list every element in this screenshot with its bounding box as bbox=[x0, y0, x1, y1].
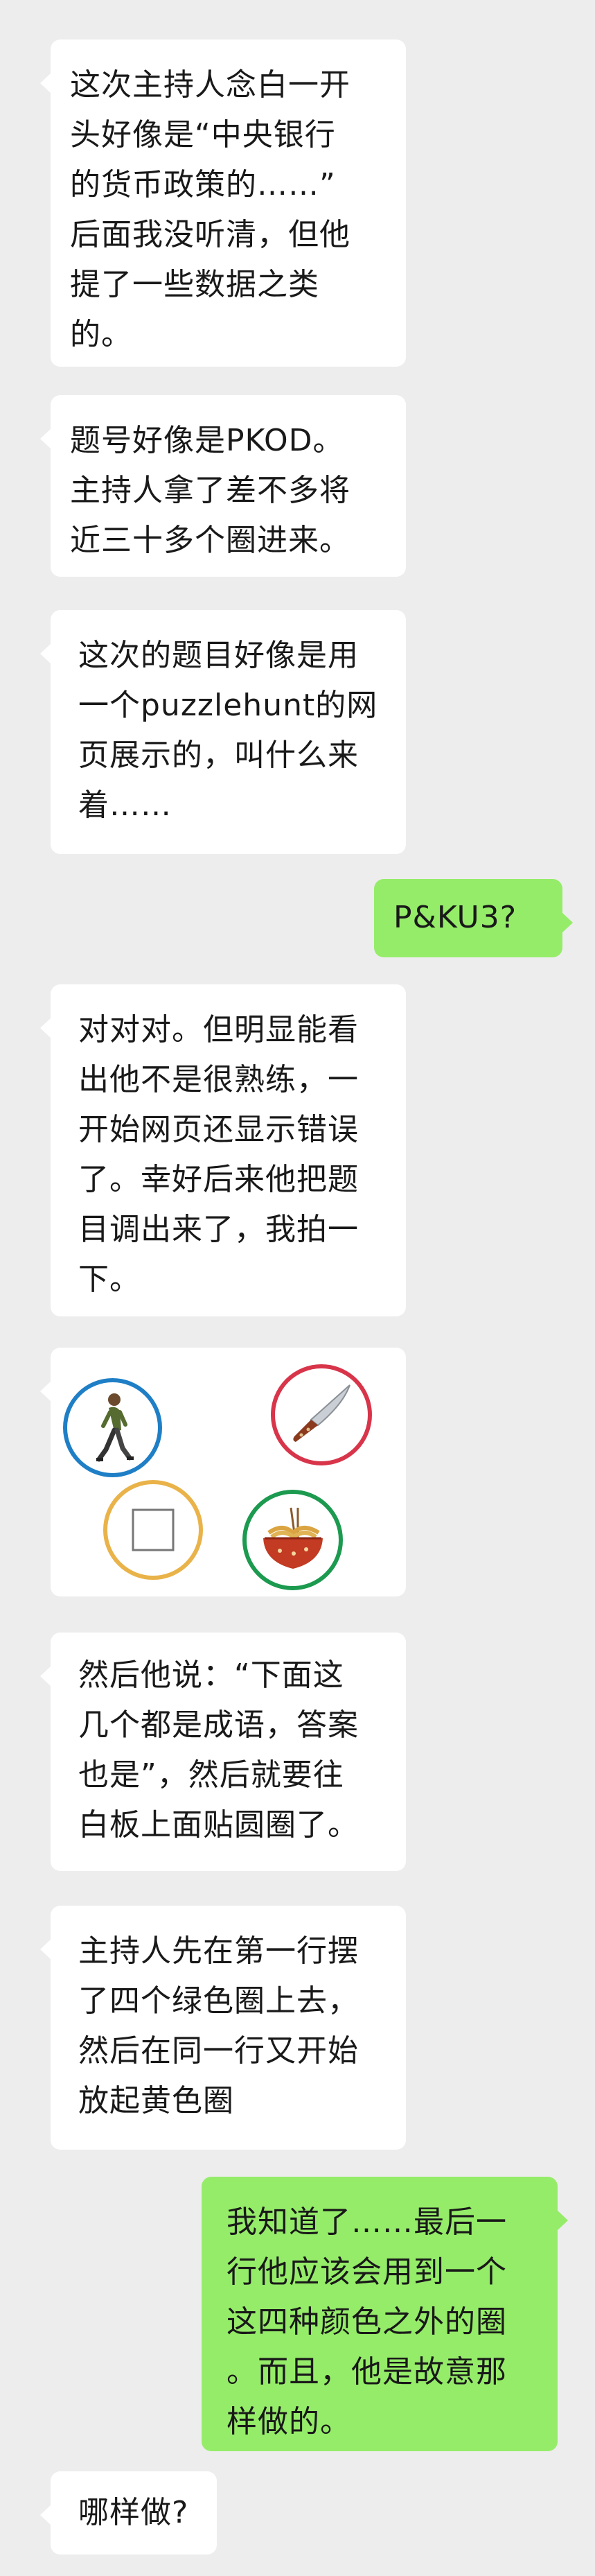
message-bubble: 然后他说：“下面这 几个都是成语，答案 也是”，然后就要往 白板上面贴圆圈了。 bbox=[40, 1633, 406, 1871]
message-text: 题号好像是PKOD。 主持人拿了差不多将 近三十多个圈进来。 bbox=[70, 423, 350, 558]
message-bubble-outgoing: P&KU3? bbox=[374, 879, 573, 957]
message-bubble: 这次主持人念白一开 头好像是“中央银行 的货币政策的……” 后面我没听清，但他 … bbox=[40, 40, 406, 367]
message-bubble-outgoing: 我知道了……最后一 行他应该会用到一个 这四种颜色之外的圈 。而且，他是故意那 … bbox=[202, 2177, 568, 2451]
message-text: 哪样做? bbox=[78, 2495, 189, 2530]
red-circle bbox=[271, 1364, 372, 1465]
yellow-circle bbox=[103, 1480, 203, 1580]
message-text: 这次主持人念白一开 头好像是“中央银行 的货币政策的……” 后面我没听清，但他 … bbox=[70, 67, 350, 352]
message-text: 这次的题目好像是用 一个puzzlehunt的网 页展示的，叫什么来 着…… bbox=[78, 638, 378, 823]
walking-person-icon bbox=[96, 1393, 134, 1461]
photo-message[interactable] bbox=[40, 1348, 406, 1596]
empty-square-icon bbox=[132, 1508, 175, 1551]
message-text: 然后他说：“下面这 几个都是成语，答案 也是”，然后就要往 白板上面贴圆圈了。 bbox=[78, 1657, 359, 1843]
message-bubble: 对对对。但明显能看 出他不是很熟练，一 开始网页还显示错误 了。幸好后来他把题 … bbox=[40, 984, 406, 1316]
message-bubble: 题号好像是PKOD。 主持人拿了差不多将 近三十多个圈进来。 bbox=[40, 395, 406, 577]
noodle-bowl-icon bbox=[263, 1507, 323, 1569]
blue-circle bbox=[63, 1378, 162, 1477]
message-text: 对对对。但明显能看 出他不是很熟练，一 开始网页还显示错误 了。幸好后来他把题 … bbox=[78, 1012, 359, 1297]
message-text: 主持人先在第一行摆 了四个绿色圈上去， 然后在同一行又开始 放起黄色圈 bbox=[78, 1933, 359, 2118]
message-bubble: 这次的题目好像是用 一个puzzlehunt的网 页展示的，叫什么来 着…… bbox=[40, 610, 406, 854]
message-bubble: 主持人先在第一行摆 了四个绿色圈上去， 然后在同一行又开始 放起黄色圈 bbox=[40, 1906, 406, 2150]
knife-icon bbox=[293, 1384, 350, 1442]
message-bubble: 哪样做? bbox=[40, 2471, 217, 2555]
message-text: P&KU3? bbox=[393, 900, 517, 935]
message-text: 我知道了……最后一 行他应该会用到一个 这四种颜色之外的圈 。而且，他是故意那 … bbox=[227, 2204, 507, 2439]
green-circle bbox=[242, 1490, 343, 1590]
